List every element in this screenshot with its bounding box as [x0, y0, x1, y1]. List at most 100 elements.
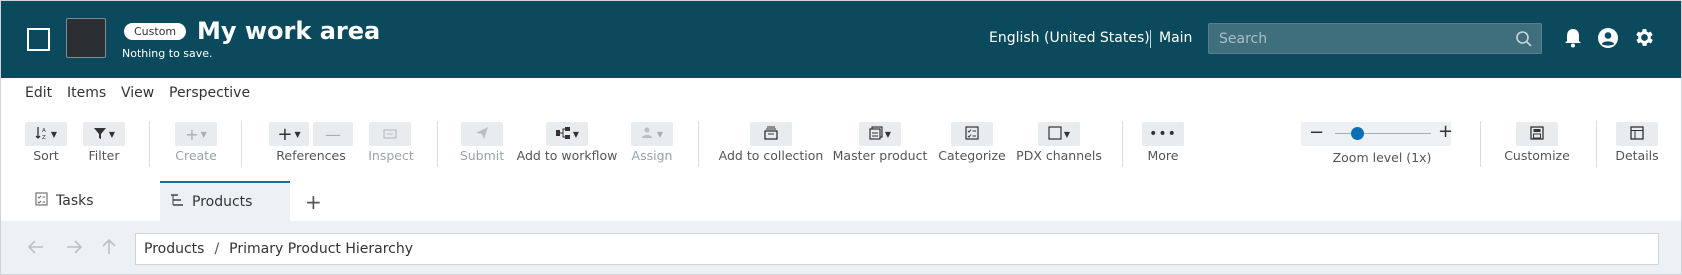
categorize-icon	[965, 125, 979, 144]
details-panel-icon	[1630, 125, 1644, 144]
sort-icon: AZ	[35, 125, 49, 144]
workspace-thumbnail	[66, 18, 106, 58]
categorize-button[interactable]	[951, 122, 993, 146]
filter-icon	[93, 125, 107, 144]
collection-icon	[763, 125, 779, 144]
menu-items[interactable]: Items	[67, 85, 106, 101]
toolbar-divider	[149, 121, 150, 167]
assign-button[interactable]: ▼	[631, 122, 673, 146]
tab-products[interactable]: Products	[160, 181, 290, 221]
pdx-channels-label: PDX channels	[1016, 148, 1102, 163]
zoom-slider-track[interactable]	[1335, 133, 1431, 134]
search-box[interactable]	[1208, 23, 1542, 54]
menu-view[interactable]: View	[121, 85, 154, 101]
breadcrumb-current: Primary Product Hierarchy	[229, 241, 413, 257]
menu-edit[interactable]: Edit	[25, 85, 52, 101]
header-divider	[1150, 30, 1151, 48]
back-arrow-icon[interactable]	[27, 239, 45, 259]
submit-button[interactable]	[461, 122, 503, 146]
send-icon	[475, 125, 489, 144]
hierarchy-icon	[170, 193, 184, 211]
chevron-down-icon: ▼	[1063, 129, 1071, 139]
toolbar-divider	[1596, 121, 1597, 167]
up-arrow-icon[interactable]	[101, 238, 117, 260]
forward-arrow-icon[interactable]	[65, 239, 83, 259]
more-dots-icon: •••	[1149, 126, 1177, 142]
save-layout-icon	[1530, 125, 1544, 144]
submit-label: Submit	[459, 148, 505, 163]
custom-badge: Custom	[124, 23, 187, 40]
add-to-workflow-label: Add to workflow	[516, 148, 618, 163]
assign-user-icon	[641, 125, 655, 144]
chevron-down-icon: ▼	[572, 129, 580, 139]
details-label: Details	[1615, 148, 1659, 163]
pdx-channels-button[interactable]: ▼	[1038, 122, 1080, 146]
categorize-label: Categorize	[938, 148, 1006, 163]
add-to-workflow-button[interactable]: ▼	[546, 122, 588, 146]
navigation-bar: Products / Primary Product Hierarchy	[1, 221, 1681, 274]
master-product-icon	[869, 125, 883, 144]
chevron-down-icon: ▼	[200, 129, 207, 139]
zoom-in-icon[interactable]: +	[1438, 121, 1453, 142]
minus-icon: —	[325, 124, 341, 144]
customize-button[interactable]	[1516, 122, 1558, 146]
search-icon[interactable]	[1515, 30, 1533, 52]
tab-label: Tasks	[56, 193, 94, 209]
zoom-slider-handle[interactable]	[1351, 127, 1364, 140]
add-tab-icon[interactable]: +	[305, 190, 322, 214]
chevron-down-icon: ▼	[108, 129, 116, 139]
channel-selector[interactable]: Main	[1159, 30, 1192, 46]
zoom-level-label: Zoom level (1x)	[1332, 150, 1432, 165]
search-input[interactable]	[1219, 29, 1499, 49]
gear-icon[interactable]	[1633, 26, 1656, 53]
tasks-icon	[35, 192, 48, 210]
breadcrumb: Products / Primary Product Hierarchy	[135, 233, 1659, 265]
svg-text:Z: Z	[42, 135, 46, 140]
chevron-down-icon: ▼	[50, 129, 58, 139]
breadcrumb-root[interactable]: Products	[144, 241, 204, 257]
chevron-down-icon: ▼	[656, 129, 664, 139]
add-to-collection-label: Add to collection	[718, 148, 824, 163]
user-profile-icon[interactable]	[1597, 27, 1619, 53]
sort-label: Sort	[33, 148, 59, 163]
svg-text:A: A	[42, 128, 46, 134]
breadcrumb-separator: /	[214, 241, 220, 257]
more-button[interactable]: •••	[1142, 122, 1184, 146]
tab-tasks[interactable]: Tasks	[21, 181, 159, 221]
inspect-button[interactable]	[369, 122, 411, 146]
more-label: More	[1147, 148, 1179, 163]
menu-perspective[interactable]: Perspective	[169, 85, 250, 101]
create-button[interactable]: + ▼	[175, 122, 217, 146]
channel-icon	[1048, 125, 1062, 144]
bell-icon[interactable]	[1563, 27, 1583, 53]
filter-button[interactable]: ▼	[83, 122, 125, 146]
page-title: My work area	[197, 17, 381, 45]
master-product-button[interactable]: ▼	[859, 122, 901, 146]
tab-label: Products	[192, 194, 253, 210]
inspect-icon	[383, 125, 397, 144]
details-button[interactable]	[1616, 122, 1658, 146]
toolbar-divider	[1480, 121, 1481, 167]
toolbar-divider	[437, 121, 438, 167]
select-all-checkbox[interactable]	[27, 28, 50, 51]
sort-button[interactable]: AZ ▼	[25, 122, 67, 146]
save-status: Nothing to save.	[122, 47, 213, 60]
plus-icon: +	[185, 124, 199, 144]
filter-label: Filter	[88, 148, 120, 163]
master-product-label: Master product	[832, 148, 928, 163]
app-header: Custom My work area Nothing to save. Eng…	[1, 1, 1681, 78]
zoom-out-icon[interactable]: −	[1309, 122, 1324, 143]
tab-bar: Tasks Products +	[1, 181, 1681, 221]
chevron-down-icon: ▼	[294, 129, 301, 139]
add-to-collection-button[interactable]	[750, 122, 792, 146]
assign-label: Assign	[631, 148, 673, 163]
references-label: References	[276, 148, 346, 163]
locale-selector[interactable]: English (United States)	[989, 30, 1150, 46]
remove-reference-button[interactable]: —	[313, 122, 353, 146]
customize-label: Customize	[1504, 148, 1570, 163]
toolbar-divider	[1122, 121, 1123, 167]
workflow-icon	[555, 125, 571, 144]
inspect-label: Inspect	[368, 148, 414, 163]
add-reference-button[interactable]: + ▼	[269, 122, 309, 146]
toolbar-divider	[698, 121, 699, 167]
